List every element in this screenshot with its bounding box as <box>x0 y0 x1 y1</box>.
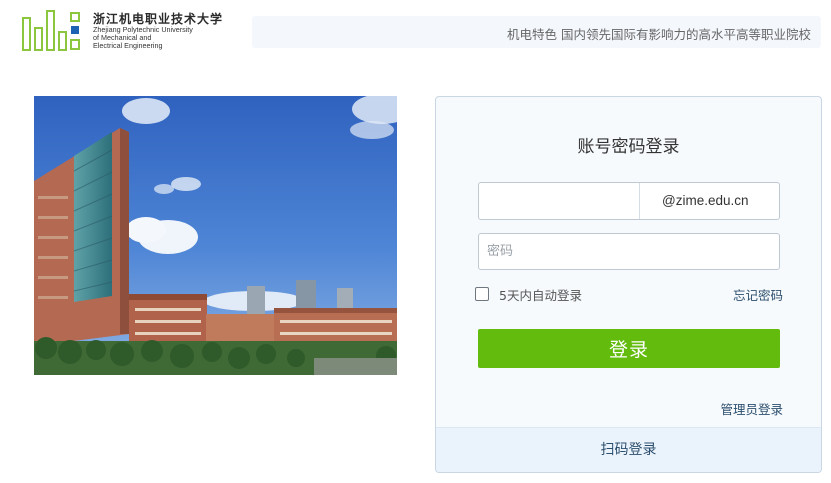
remember-checkbox[interactable] <box>475 287 489 301</box>
university-logo: 浙江机电职业技术大学 Zhejiang Polytechnic Universi… <box>22 9 232 55</box>
login-title: 账号密码登录 <box>577 137 680 157</box>
qr-login-tab[interactable]: 扫码登录 <box>436 427 821 472</box>
account-field: @zime.edu.cn <box>478 182 780 220</box>
admin-login-link[interactable]: 管理员登录 <box>720 399 783 418</box>
remember-label: 5天内自动登录 <box>499 287 582 303</box>
login-button[interactable]: 登录 <box>478 329 780 368</box>
email-domain-suffix: @zime.edu.cn <box>639 183 779 219</box>
logo-english-name: Zhejiang Polytechnic University of Mecha… <box>93 26 193 50</box>
password-input[interactable] <box>478 233 780 270</box>
logo-english-line: Electrical Engineering <box>93 41 163 50</box>
slogan-bar: 机电特色 国内领先国际有影响力的高水平高等职业院校 <box>252 16 821 48</box>
university-logo-icon <box>22 10 80 51</box>
remember-login[interactable]: 5天内自动登录 <box>475 286 582 303</box>
forgot-password-link[interactable]: 忘记密码 <box>733 285 783 304</box>
campus-photo <box>34 96 397 375</box>
account-input[interactable] <box>479 183 639 219</box>
login-panel: 账号密码登录 @zime.edu.cn 5天内自动登录 忘记密码 登录 管理员登… <box>435 96 822 473</box>
slogan-text: 机电特色 国内领先国际有影响力的高水平高等职业院校 <box>507 27 811 42</box>
